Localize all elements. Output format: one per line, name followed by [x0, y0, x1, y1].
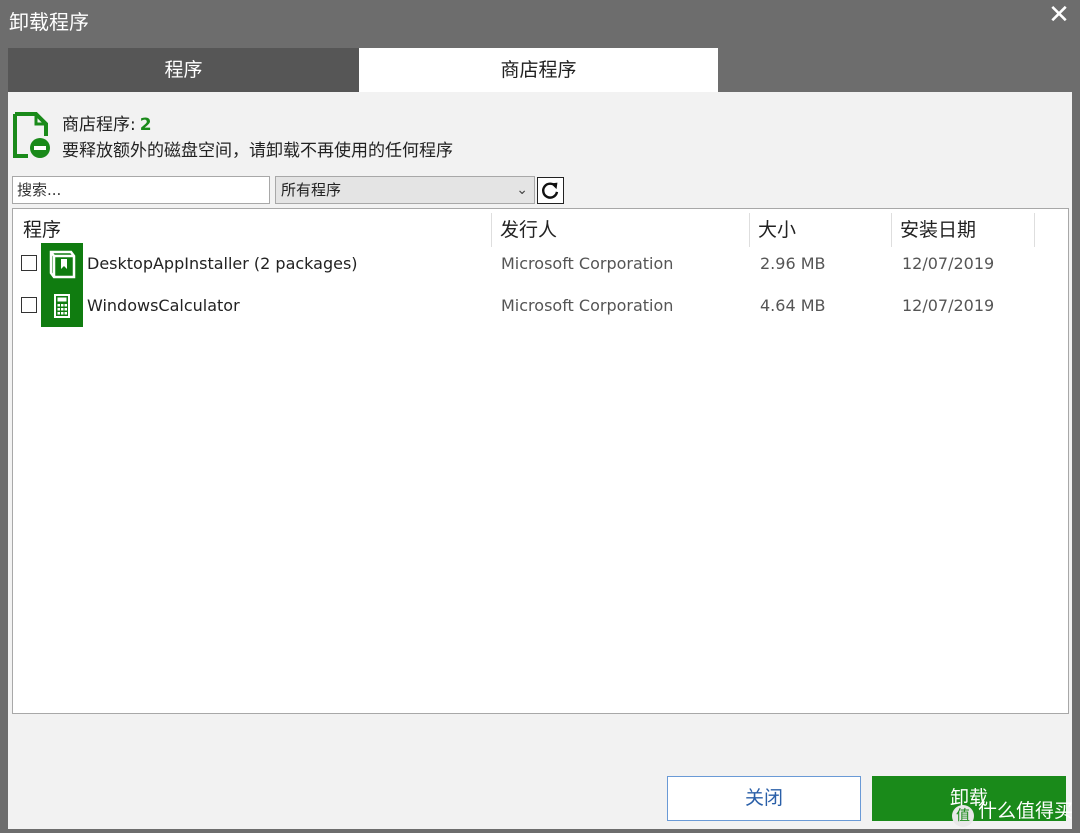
program-count: 2 — [139, 115, 152, 135]
table-row[interactable]: WindowsCalculator Microsoft Corporation … — [15, 285, 1065, 327]
program-filter-select[interactable]: 所有程序 ⌄ — [275, 176, 535, 204]
column-header-publisher[interactable]: 发行人 — [492, 213, 750, 247]
filter-selected-value: 所有程序 — [281, 181, 342, 199]
program-publisher: Microsoft Corporation — [501, 296, 674, 315]
calculator-icon — [41, 285, 83, 327]
title-bar: 卸载程序 ✕ — [0, 0, 1080, 40]
document-remove-icon — [13, 112, 50, 158]
window-title: 卸载程序 — [9, 10, 89, 34]
program-name: DesktopAppInstaller (2 packages) — [87, 254, 358, 273]
program-publisher: Microsoft Corporation — [501, 254, 674, 273]
watermark-logo: 值 — [952, 805, 974, 827]
program-install-date: 12/07/2019 — [902, 254, 995, 273]
column-header-install-date[interactable]: 安装日期 — [892, 213, 1035, 247]
program-install-date: 12/07/2019 — [902, 296, 995, 315]
close-icon[interactable]: ✕ — [1042, 0, 1076, 34]
search-input[interactable] — [12, 176, 270, 204]
program-list: 程序 发行人 大小 安装日期 DesktopAppInstaller (2 pa… — [12, 208, 1069, 714]
table-row[interactable]: DesktopAppInstaller (2 packages) Microso… — [15, 243, 1065, 285]
watermark: 值什么值得买 — [952, 796, 1073, 827]
refresh-icon[interactable] — [537, 177, 564, 204]
program-size: 4.64 MB — [760, 296, 826, 315]
tab-programs[interactable]: 程序 — [8, 48, 359, 92]
header-title: 商店程序: 2 — [62, 110, 152, 135]
program-size: 2.96 MB — [760, 254, 826, 273]
chevron-down-icon: ⌄ — [516, 182, 528, 198]
watermark-text: 什么值得买 — [978, 800, 1074, 822]
header-title-text: 商店程序: — [62, 115, 136, 135]
header-subtitle: 要释放额外的磁盘空间，请卸载不再使用的任何程序 — [62, 141, 453, 161]
tab-store-programs[interactable]: 商店程序 — [359, 48, 718, 92]
program-name: WindowsCalculator — [87, 296, 240, 315]
row-checkbox[interactable] — [21, 255, 37, 271]
package-icon — [41, 243, 83, 285]
close-button[interactable]: 关闭 — [667, 776, 861, 821]
row-checkbox[interactable] — [21, 297, 37, 313]
column-header-program[interactable]: 程序 — [15, 213, 492, 247]
column-header-size[interactable]: 大小 — [750, 213, 892, 247]
